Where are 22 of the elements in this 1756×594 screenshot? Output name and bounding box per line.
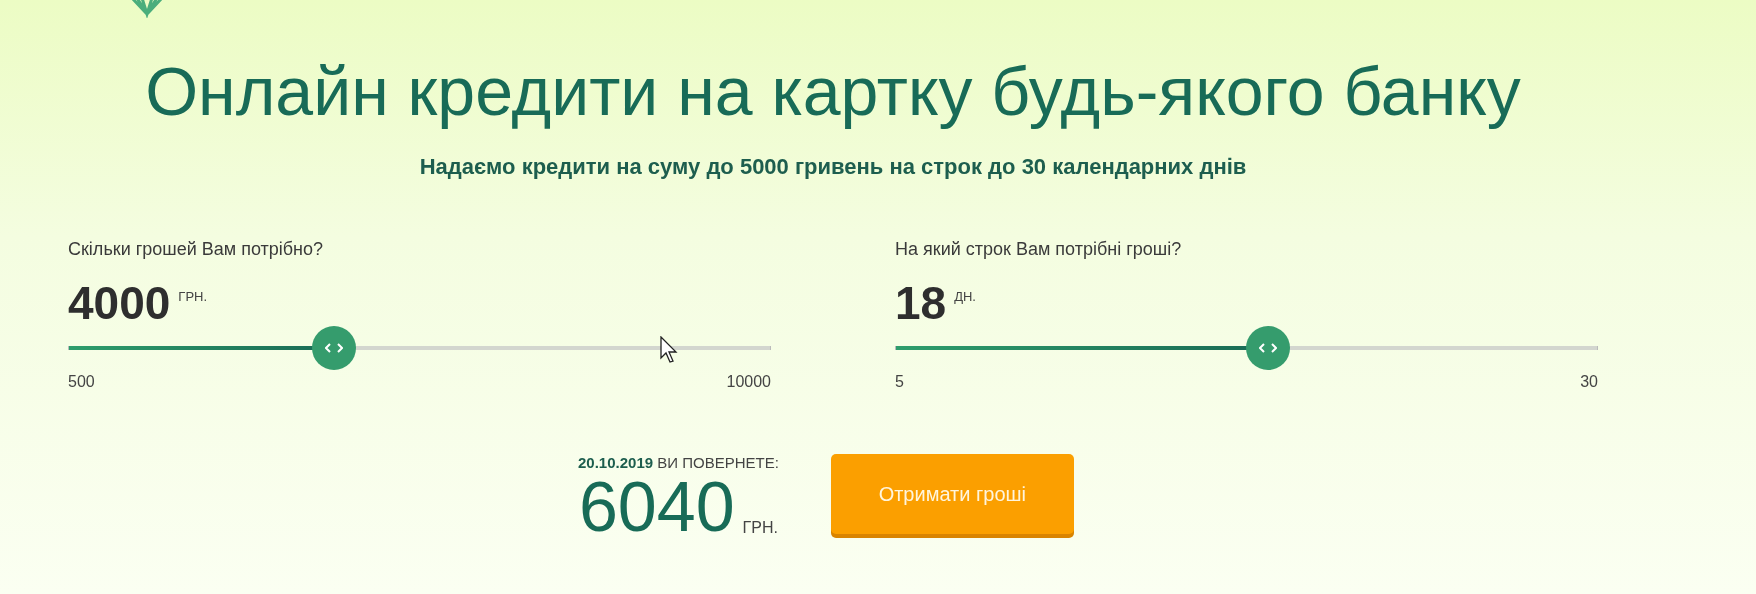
slider[interactable] [68, 326, 771, 370]
page-title: Онлайн кредити на картку будь-якого банку [144, 52, 1522, 130]
slider-value: 4000 [68, 280, 171, 326]
chevrons-icon [1258, 343, 1277, 353]
slider-value: 18 [895, 280, 947, 326]
slider-label: Скільки грошей Вам потрібно? [68, 239, 325, 261]
min-label: 5 [895, 373, 904, 391]
slider-handle[interactable] [311, 326, 356, 370]
unit-label: ДН. [954, 289, 976, 304]
max-label: 30 [1580, 373, 1598, 391]
cursor-icon [660, 336, 678, 364]
slider-label: На який строк Вам потрібні гроші? [895, 239, 1183, 261]
chevrons-icon [324, 343, 343, 353]
max-label: 10000 [726, 373, 771, 391]
slider-handle[interactable] [1245, 326, 1290, 370]
page-subtitle: Надаємо кредити на суму до 5000 гривень на строк до 30 календарних днів [418, 154, 1248, 180]
repayment-caption: 20.10.2019 ВИ ПОВЕРНЕТЕ: [578, 454, 779, 471]
unit-label: ГРН. [742, 519, 778, 537]
min-label: 500 [68, 373, 95, 391]
slider[interactable] [895, 326, 1598, 370]
unit-label: ГРН. [178, 289, 208, 304]
repayment-amount: 6040 [578, 473, 735, 541]
